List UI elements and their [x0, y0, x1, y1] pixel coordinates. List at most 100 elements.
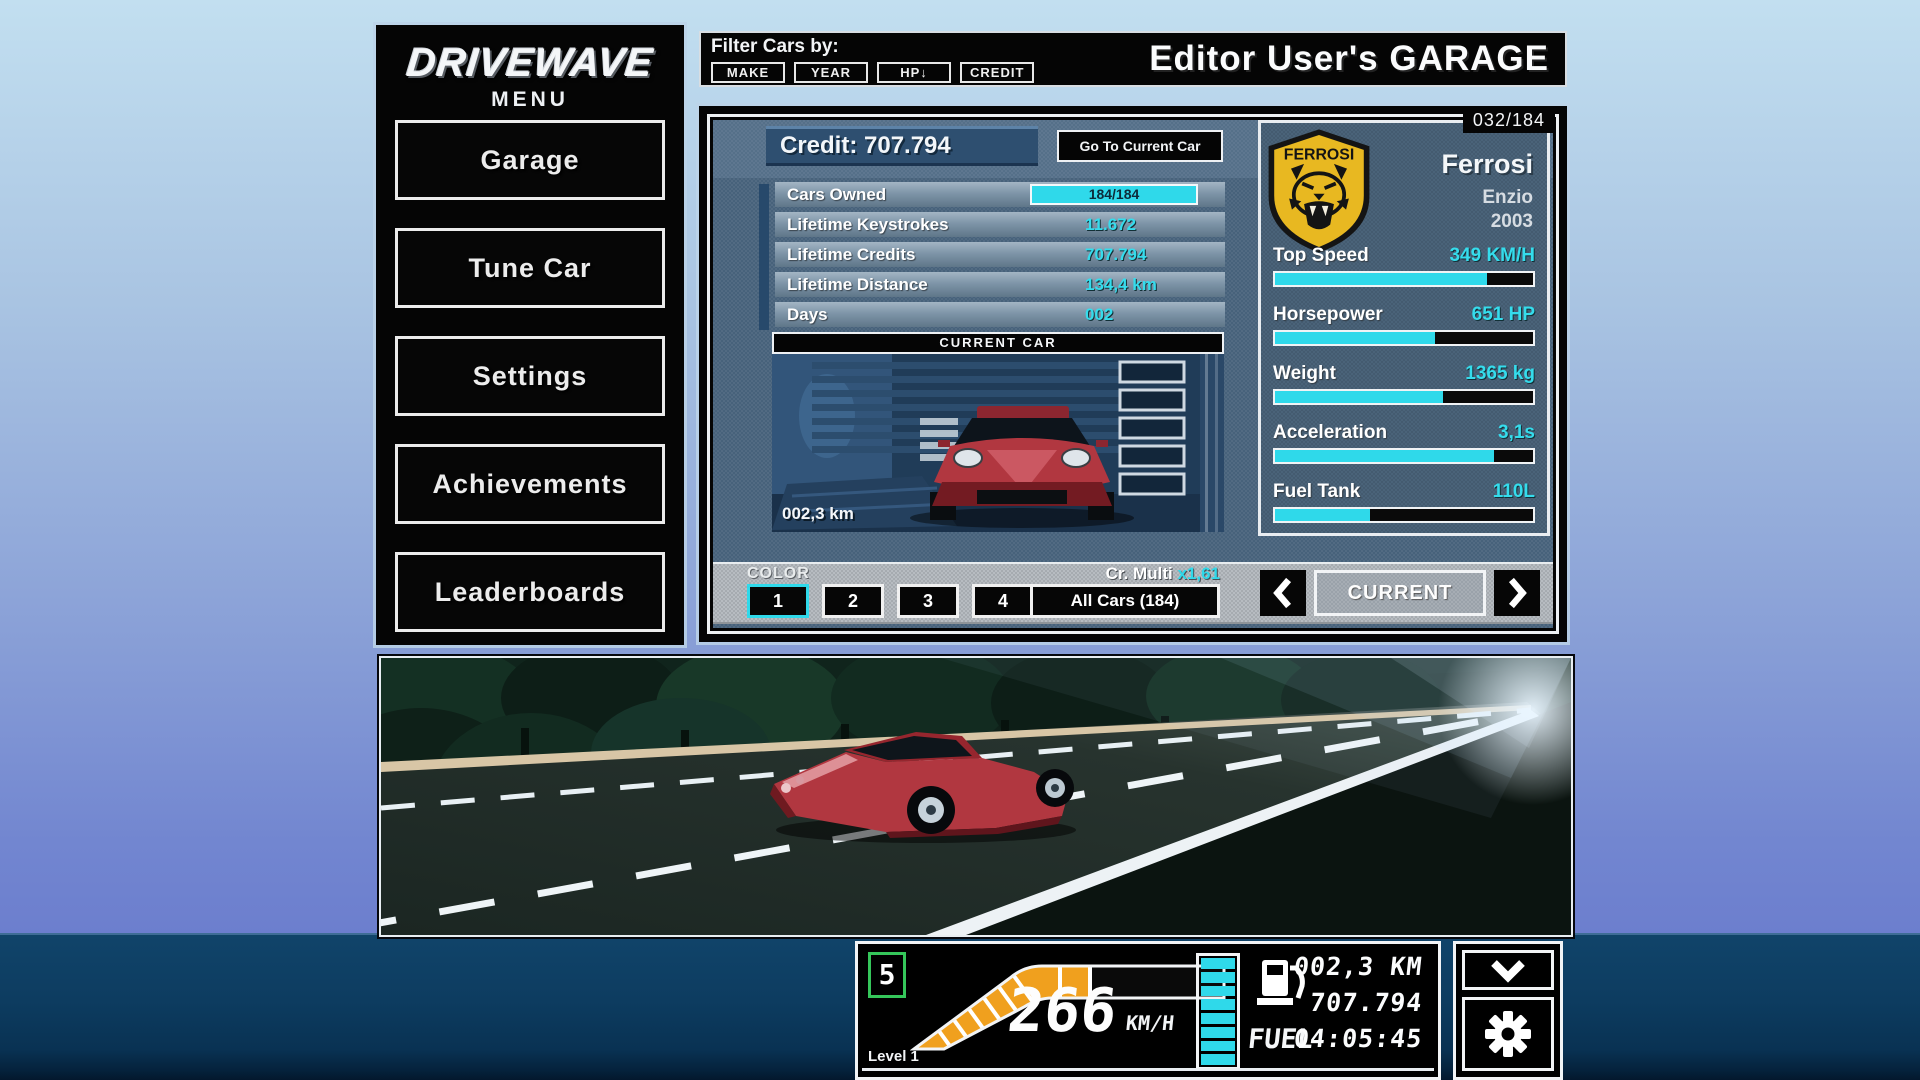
- fuel-segment: [1201, 958, 1235, 969]
- hud-buttons-panel: [1453, 941, 1563, 1080]
- stat-row-cars-owned: Cars Owned 184/184: [775, 182, 1225, 207]
- driving-view: [379, 656, 1573, 937]
- drivewave-logo: DRIVEWAVE: [374, 41, 687, 86]
- color-4-button[interactable]: 4: [972, 584, 1034, 618]
- speed-unit: KM/H: [1125, 1011, 1176, 1035]
- menu-panel: DRIVEWAVE MENU Garage Tune Car Settings …: [376, 25, 684, 645]
- spec-acceleration: Acceleration 3,1s: [1273, 422, 1535, 464]
- credit-display: Credit: 707.794: [766, 126, 1038, 166]
- filter-hp-button[interactable]: HP↓: [877, 62, 951, 83]
- color-3-button[interactable]: 3: [897, 584, 959, 618]
- garage-panel: 032/184 Credit: 707.794 Go To Current Ca…: [699, 106, 1567, 642]
- spec-list: Top Speed 349 KM/H Horsepower 651 HP: [1273, 245, 1535, 540]
- hud-panel: 5: [855, 941, 1441, 1080]
- stat-value-highlight: 184/184: [1030, 184, 1198, 205]
- stat-label: Lifetime Distance: [787, 272, 928, 297]
- stat-row-days: Days 002: [775, 302, 1225, 327]
- stat-value: 11.672: [1085, 212, 1136, 237]
- filter-year-button[interactable]: YEAR: [794, 62, 868, 83]
- filter-credit-button[interactable]: CREDIT: [960, 62, 1034, 83]
- menu-item-leaderboards[interactable]: Leaderboards: [395, 552, 665, 632]
- stat-row-lifetime-credits: Lifetime Credits 707.794: [775, 242, 1225, 267]
- car-spec-panel: FERROSI Ferrosi Enzio: [1258, 120, 1550, 536]
- spec-bar: [1273, 330, 1535, 346]
- spec-bar: [1273, 448, 1535, 464]
- stat-value: 134,4 km: [1085, 272, 1157, 297]
- stat-row-lifetime-keystrokes: Lifetime Keystrokes 11.672: [775, 212, 1225, 237]
- decor-pillar: [759, 184, 769, 330]
- car-odometer: 002,3 km: [782, 504, 854, 524]
- spec-value: 651 HP: [1472, 304, 1535, 326]
- spec-value: 349 KM/H: [1449, 245, 1535, 267]
- spec-horsepower: Horsepower 651 HP: [1273, 304, 1535, 346]
- hud-settings-button[interactable]: [1462, 997, 1554, 1071]
- page-title: Editor User's GARAGE: [1149, 39, 1549, 79]
- chevron-right-icon: [1504, 575, 1530, 611]
- current-car-button[interactable]: CURRENT: [1314, 570, 1486, 616]
- previous-car-button[interactable]: [1260, 570, 1306, 616]
- chevron-left-icon: [1270, 575, 1296, 611]
- spec-value: 3,1s: [1498, 422, 1535, 444]
- spec-label: Top Speed: [1273, 245, 1369, 267]
- spec-bar: [1273, 507, 1535, 523]
- fuel-gauge: [1196, 953, 1240, 1070]
- menu-heading: MENU: [376, 88, 684, 112]
- credit-multiplier-value: x1,61: [1177, 564, 1220, 583]
- credit-multiplier: Cr. Multi x1,61: [1030, 564, 1220, 584]
- color-2-button[interactable]: 2: [822, 584, 884, 618]
- fuel-segment: [1201, 1027, 1235, 1038]
- car-model: Enzio: [1482, 187, 1533, 209]
- spec-weight: Weight 1365 kg: [1273, 363, 1535, 405]
- svg-text:FERROSI: FERROSI: [1284, 146, 1355, 163]
- next-car-button[interactable]: [1494, 570, 1540, 616]
- color-label: COLOR: [747, 565, 810, 583]
- road-scene-illustration: [381, 658, 1571, 935]
- car-brand: Ferrosi: [1441, 149, 1533, 180]
- garage-footer: COLOR 1 2 3 4 All Cars (184) Cr. Multi x…: [713, 562, 1553, 624]
- fuel-segment: [1201, 1054, 1235, 1065]
- gear-indicator: 5: [868, 952, 906, 998]
- menu-item-achievements[interactable]: Achievements: [395, 444, 665, 524]
- stat-value: 002: [1085, 302, 1113, 327]
- spec-value: 1365 kg: [1465, 363, 1535, 385]
- spec-top-speed: Top Speed 349 KM/H: [1273, 245, 1535, 287]
- hud-divider: [862, 1068, 1434, 1071]
- stat-label: Lifetime Credits: [787, 242, 915, 267]
- credit-multiplier-label: Cr. Multi: [1106, 564, 1173, 583]
- stat-label: Cars Owned: [787, 182, 886, 207]
- spec-label: Horsepower: [1273, 304, 1383, 326]
- stat-value: 707.794: [1085, 242, 1146, 267]
- speed-value: 266: [1005, 984, 1119, 1039]
- fuel-segment: [1201, 972, 1235, 983]
- go-to-current-car-button[interactable]: Go To Current Car: [1057, 130, 1223, 162]
- filter-label: Filter Cars by:: [711, 36, 839, 58]
- fuel-segment: [1201, 1041, 1235, 1052]
- speed-display: 266 KM/H: [1008, 984, 1175, 1039]
- filter-buttons: MAKE YEAR HP↓ CREDIT: [711, 62, 1034, 83]
- ferrosi-badge-icon: FERROSI: [1263, 125, 1375, 257]
- current-car-header: CURRENT CAR: [772, 332, 1224, 354]
- filter-bar: Filter Cars by: MAKE YEAR HP↓ CREDIT Edi…: [699, 31, 1567, 87]
- collapse-hud-button[interactable]: [1462, 950, 1554, 990]
- garage-viewport: 002,3 km: [772, 354, 1224, 532]
- chevron-down-icon: [1488, 957, 1528, 983]
- level-label: Level 1: [868, 1048, 919, 1065]
- stat-label: Lifetime Keystrokes: [787, 212, 949, 237]
- spec-bar: [1273, 389, 1535, 405]
- fuel-segment: [1201, 986, 1235, 997]
- filter-make-button[interactable]: MAKE: [711, 62, 785, 83]
- menu-item-tune-car[interactable]: Tune Car: [395, 228, 665, 308]
- drivewave-game-screen: DRIVEWAVE MENU Garage Tune Car Settings …: [0, 0, 1920, 1080]
- stat-row-lifetime-distance: Lifetime Distance 134,4 km: [775, 272, 1225, 297]
- spec-value: 110L: [1493, 481, 1535, 503]
- spec-label: Acceleration: [1273, 422, 1387, 444]
- car-counter: 032/184: [1463, 108, 1555, 133]
- menu-item-settings[interactable]: Settings: [395, 336, 665, 416]
- color-1-button[interactable]: 1: [747, 584, 809, 618]
- fuel-segment: [1201, 999, 1235, 1010]
- all-cars-button[interactable]: All Cars (184): [1030, 584, 1220, 618]
- hud-readouts: 002,3 KM 707.794 04:05:45: [1294, 952, 1422, 1060]
- car-year: 2003: [1491, 211, 1533, 233]
- menu-item-garage[interactable]: Garage: [395, 120, 665, 200]
- gear-icon: [1484, 1010, 1532, 1058]
